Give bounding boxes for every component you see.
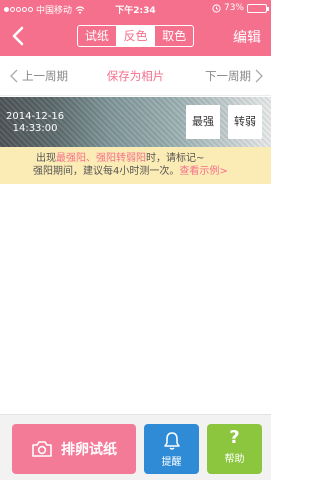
help-label: 帮助 xyxy=(224,454,245,465)
segment-pick-color[interactable]: 取色 xyxy=(155,26,193,46)
alarm-icon xyxy=(212,3,221,13)
mark-weakening-button[interactable]: 转弱 xyxy=(228,105,262,139)
battery-icon xyxy=(247,3,269,13)
status-bar: 中国移动 下午2:34 73% xyxy=(0,0,271,18)
view-mode-segmented-control: 试纸 反色 取色 xyxy=(77,25,194,47)
mark-strongest-button[interactable]: 最强 xyxy=(186,105,220,139)
strip-time: 14:33:00 xyxy=(12,123,58,134)
strip-timestamp: 2014-12-16 14:33:00 xyxy=(6,111,64,135)
test-strip-row[interactable]: 2014-12-16 14:33:00 最强 转弱 xyxy=(0,97,271,147)
bottom-toolbar: 排卵试纸 提醒 ? 帮助 xyxy=(0,414,271,480)
hint-text: 出现 xyxy=(36,153,56,164)
battery-percent: 73% xyxy=(223,3,244,13)
question-mark-icon: ? xyxy=(229,427,240,448)
next-period-label: 下一周期 xyxy=(205,69,251,83)
view-example-link[interactable]: 查看示例> xyxy=(179,166,227,177)
hint-text: 时，请标记~ xyxy=(146,153,205,164)
next-period-button[interactable]: 下一周期 xyxy=(205,68,263,84)
back-chevron-icon[interactable] xyxy=(8,24,30,48)
ovulation-strip-label: 排卵试纸 xyxy=(61,442,117,458)
hint-text: 强阳期间，建议每4小时测一次。 xyxy=(33,166,180,177)
remind-button[interactable]: 提醒 xyxy=(144,424,199,474)
help-button[interactable]: ? 帮助 xyxy=(207,424,262,474)
camera-icon xyxy=(32,441,52,457)
period-bar: 上一周期 保存为相片 下一周期 xyxy=(0,56,271,96)
hint-highlight: 最强阳、强阳转弱阳 xyxy=(56,153,146,164)
remind-label: 提醒 xyxy=(161,457,182,468)
chevron-right-icon xyxy=(255,69,263,83)
edit-button[interactable]: 编辑 xyxy=(233,27,261,47)
segment-invert[interactable]: 反色 xyxy=(116,26,156,46)
strip-date: 2014-12-16 xyxy=(6,111,65,122)
hint-banner: 出现最强阳、强阳转弱阳时，请标记~ 强阳期间，建议每4小时测一次。查看示例> xyxy=(0,147,271,184)
header: 中国移动 下午2:34 73% 试纸 反色 取色 编辑 xyxy=(0,0,271,56)
ovulation-strip-button[interactable]: 排卵试纸 xyxy=(12,424,136,474)
segment-strip[interactable]: 试纸 xyxy=(78,26,117,46)
bell-icon xyxy=(163,432,180,450)
